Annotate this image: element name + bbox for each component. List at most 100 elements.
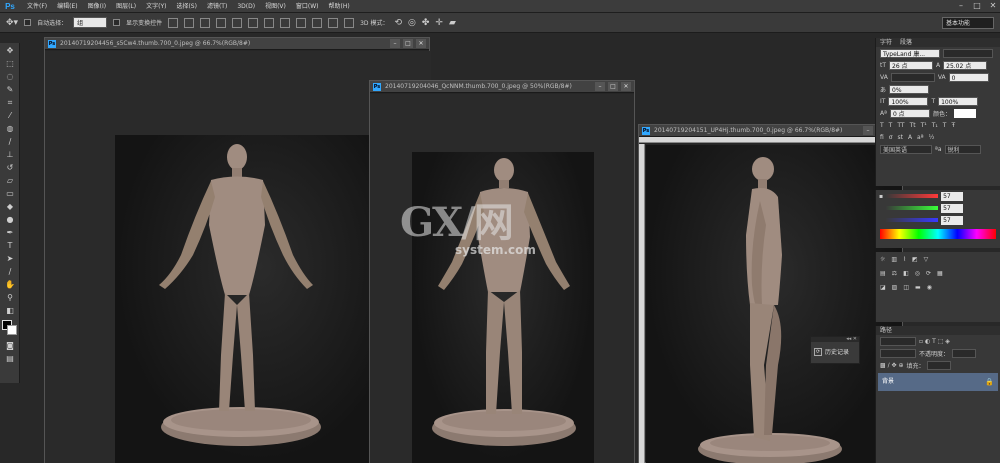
filter-icons[interactable]: ▫ ◐ T ⬚ ◈ bbox=[919, 338, 950, 345]
minimize-button[interactable]: – bbox=[956, 1, 966, 11]
gradient-tool-icon[interactable]: ▭ bbox=[3, 188, 17, 199]
brush-tool-icon[interactable]: ∕ bbox=[3, 136, 17, 147]
distribute-center-icon[interactable] bbox=[328, 17, 339, 28]
distribute-left-icon[interactable] bbox=[312, 17, 323, 28]
distribute-right-icon[interactable] bbox=[344, 17, 355, 28]
fill-field[interactable] bbox=[927, 360, 952, 370]
eraser-tool-icon[interactable]: ▱ bbox=[3, 175, 17, 186]
menu-3d[interactable]: 3D(D) bbox=[232, 0, 260, 13]
menu-edit[interactable]: 编辑(E) bbox=[52, 0, 82, 13]
menu-type[interactable]: 文字(Y) bbox=[141, 0, 171, 13]
background-color[interactable] bbox=[7, 325, 17, 335]
faux-bold-icon[interactable]: T bbox=[880, 122, 884, 129]
align-left-icon[interactable] bbox=[216, 17, 227, 28]
menu-layer[interactable]: 图层(L) bbox=[111, 0, 141, 13]
eyedropper-tool-icon[interactable]: ⁄ bbox=[3, 110, 17, 121]
strikethrough-icon[interactable]: Ŧ bbox=[951, 122, 955, 129]
document-window-2[interactable]: Ps 20140719204046_QcNNM.thumb.700_0.jpeg… bbox=[369, 80, 635, 463]
auto-select-dropdown[interactable]: 组 bbox=[73, 17, 108, 28]
crop-tool-icon[interactable]: ⌗ bbox=[3, 97, 17, 108]
zoom-tool-icon[interactable]: ⚲ bbox=[3, 292, 17, 303]
blur-tool-icon[interactable]: ◆ bbox=[3, 201, 17, 212]
blue-value[interactable]: 57 bbox=[941, 215, 964, 225]
doc-close-button[interactable]: ✕ bbox=[416, 39, 426, 48]
scale-3d-icon[interactable]: ▰ bbox=[449, 18, 456, 28]
doc-close-button[interactable]: ✕ bbox=[621, 82, 631, 91]
all-caps-icon[interactable]: TT bbox=[897, 122, 904, 129]
slide-3d-icon[interactable]: ✛ bbox=[435, 18, 443, 28]
document-window-3[interactable]: Ps 20140719204151_UP4Hj.thumb.700_0.jpeg… bbox=[638, 124, 903, 463]
menu-file[interactable]: 文件(F) bbox=[22, 0, 52, 13]
horizontal-scale-field[interactable]: 100% bbox=[938, 96, 979, 106]
dodge-tool-icon[interactable]: ● bbox=[3, 214, 17, 225]
hue-saturation-icon[interactable]: ▤ bbox=[880, 270, 886, 277]
blend-mode-select[interactable] bbox=[880, 348, 916, 358]
doc-minimize-button[interactable]: – bbox=[595, 82, 605, 91]
align-middle-icon[interactable] bbox=[184, 17, 195, 28]
image-canvas[interactable] bbox=[115, 135, 407, 463]
subscript-icon[interactable]: T₁ bbox=[932, 122, 938, 129]
doc-minimize-button[interactable]: – bbox=[863, 126, 873, 135]
underline-icon[interactable]: T bbox=[943, 122, 947, 129]
menu-view[interactable]: 视图(V) bbox=[260, 0, 291, 13]
menu-select[interactable]: 选择(S) bbox=[171, 0, 202, 13]
show-transform-checkbox[interactable] bbox=[113, 19, 121, 26]
type-tool-icon[interactable]: T bbox=[3, 240, 17, 251]
channel-mixer-icon[interactable]: ⟳ bbox=[926, 270, 931, 277]
font-family-select[interactable]: TypeLand 康... bbox=[880, 48, 940, 58]
green-value[interactable]: 57 bbox=[941, 203, 964, 213]
language-select[interactable]: 美国英语 bbox=[880, 144, 932, 154]
distribute-middle-icon[interactable] bbox=[280, 17, 291, 28]
healing-brush-tool-icon[interactable]: ◍ bbox=[3, 123, 17, 134]
history-label[interactable]: 历史记录 bbox=[825, 347, 849, 356]
line-tool-icon[interactable]: ∕ bbox=[3, 266, 17, 277]
threshold-icon[interactable]: ◫ bbox=[903, 284, 909, 291]
ligature-icon[interactable]: fi bbox=[880, 134, 884, 141]
close-button[interactable]: ✕ bbox=[988, 1, 998, 11]
path-select-tool-icon[interactable]: ➤ bbox=[3, 253, 17, 264]
history-brush-tool-icon[interactable]: ↺ bbox=[3, 162, 17, 173]
drag-3d-icon[interactable]: ✤ bbox=[422, 18, 430, 28]
distribute-bottom-icon[interactable] bbox=[296, 17, 307, 28]
alternates-icon[interactable]: A bbox=[908, 134, 912, 141]
screen-mode-icon[interactable]: ▤ bbox=[3, 353, 17, 364]
menu-window[interactable]: 窗口(W) bbox=[291, 0, 324, 13]
image-canvas[interactable] bbox=[646, 145, 902, 463]
pen-tool-icon[interactable]: ✒ bbox=[3, 227, 17, 238]
text-color-swatch[interactable] bbox=[953, 108, 976, 118]
align-bottom-icon[interactable] bbox=[200, 17, 211, 28]
align-center-icon[interactable] bbox=[232, 17, 243, 28]
black-white-icon[interactable]: ◧ bbox=[903, 270, 909, 277]
small-caps-icon[interactable]: Tt bbox=[910, 122, 916, 129]
levels-icon[interactable]: ▥ bbox=[891, 256, 897, 263]
lasso-tool-icon[interactable]: ◌ bbox=[3, 71, 17, 82]
default-colors-icon[interactable]: ◧ bbox=[3, 305, 17, 316]
vertical-ruler[interactable] bbox=[639, 144, 645, 463]
lock-icons[interactable]: ▩ ∕ ✥ ⊕ bbox=[880, 362, 903, 369]
clone-stamp-tool-icon[interactable]: ⊥ bbox=[3, 149, 17, 160]
faux-italic-icon[interactable]: T bbox=[889, 122, 893, 129]
doc-maximize-button[interactable]: □ bbox=[608, 82, 618, 91]
distribute-top-icon[interactable] bbox=[264, 17, 275, 28]
align-right-icon[interactable] bbox=[248, 17, 259, 28]
brightness-icon[interactable]: ☼ bbox=[880, 256, 885, 263]
move-tool-icon[interactable]: ✥ bbox=[3, 45, 17, 56]
leading-field[interactable]: 25.02 点 bbox=[943, 60, 988, 70]
red-value[interactable]: 57 bbox=[941, 191, 964, 201]
doc-minimize-button[interactable]: – bbox=[390, 39, 400, 48]
color-spectrum[interactable] bbox=[880, 229, 996, 239]
quick-select-tool-icon[interactable]: ✎ bbox=[3, 84, 17, 95]
tab-paragraph[interactable]: 段落 bbox=[900, 38, 912, 47]
font-size-field[interactable]: 26 点 bbox=[889, 60, 934, 70]
curves-icon[interactable]: ⌇ bbox=[903, 256, 906, 263]
posterize-icon[interactable]: ▨ bbox=[892, 284, 898, 291]
marquee-tool-icon[interactable]: ⬚ bbox=[3, 58, 17, 69]
font-style-select[interactable] bbox=[943, 48, 993, 58]
swash-icon[interactable]: st bbox=[897, 134, 902, 141]
document-title-bar[interactable]: Ps 20140719204151_UP4Hj.thumb.700_0.jpeg… bbox=[639, 125, 902, 137]
blue-slider[interactable] bbox=[886, 218, 939, 222]
workspace-dropdown[interactable]: 基本功能 bbox=[942, 17, 994, 29]
exposure-icon[interactable]: ◩ bbox=[912, 256, 918, 263]
tracking-field[interactable]: 0 bbox=[948, 72, 989, 82]
oldstyle-icon[interactable]: ơ bbox=[889, 134, 893, 141]
